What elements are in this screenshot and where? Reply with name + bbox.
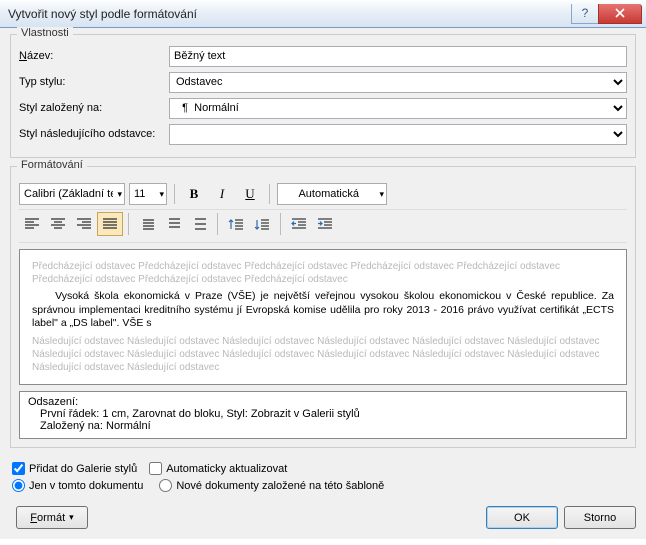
titlebar: Vytvořit nový styl podle formátování ?	[0, 0, 646, 28]
cancel-button[interactable]: Storno	[564, 506, 636, 529]
bold-button[interactable]: B	[182, 183, 206, 205]
this-document-radio[interactable]: Jen v tomto dokumentu	[12, 479, 143, 492]
basedon-select[interactable]: ¶ Normální	[169, 98, 627, 119]
name-label: Název:	[19, 50, 169, 62]
align-left-button[interactable]	[19, 212, 45, 236]
type-label: Typ stylu:	[19, 76, 169, 88]
preview-ghost-after: Následující odstavec Následující odstave…	[32, 335, 614, 374]
underline-button[interactable]: U	[238, 183, 262, 205]
desc-line2: První řádek: 1 cm, Zarovnat do bloku, St…	[40, 408, 618, 420]
options-area: Přidat do Galerie stylů Automaticky aktu…	[10, 456, 636, 498]
font-combo[interactable]: Calibri (Základní te▾	[19, 183, 125, 205]
basedon-label: Styl založený na:	[19, 102, 169, 114]
add-gallery-checkbox[interactable]: Přidat do Galerie stylů	[12, 462, 137, 475]
preview-box: Předcházející odstavec Předcházející ods…	[19, 249, 627, 385]
spacing-1-5-button[interactable]	[160, 212, 186, 236]
indent-inc-button[interactable]	[312, 212, 338, 236]
font-toolbar: Calibri (Základní te▾ 11▾ B I U Automati…	[19, 177, 627, 209]
type-select[interactable]: Odstavec	[169, 72, 627, 93]
auto-update-checkbox[interactable]: Automaticky aktualizovat	[149, 462, 287, 475]
italic-button[interactable]: I	[210, 183, 234, 205]
preview-real-text: Vysoká škola ekonomická v Praze (VŠE) je…	[32, 290, 614, 331]
dialog-body: Vlastnosti Název: Typ stylu: Odstavec St…	[0, 28, 646, 539]
color-combo[interactable]: Automatická▾	[277, 183, 387, 205]
space-before-dec-button[interactable]	[249, 212, 275, 236]
description-box: Odsazení: První řádek: 1 cm, Zarovnat do…	[19, 391, 627, 439]
following-select[interactable]	[169, 124, 627, 145]
indent-dec-button[interactable]	[286, 212, 312, 236]
formatting-legend: Formátování	[17, 159, 87, 171]
window-controls: ?	[572, 4, 642, 24]
ok-button[interactable]: OK	[486, 506, 558, 529]
chevron-down-icon: ▾	[379, 189, 384, 200]
chevron-down-icon: ▾	[159, 189, 164, 200]
template-docs-radio[interactable]: Nové dokumenty založené na této šabloně	[159, 479, 384, 492]
help-button[interactable]: ?	[571, 4, 599, 24]
align-right-button[interactable]	[71, 212, 97, 236]
spacing-1-button[interactable]	[134, 212, 160, 236]
spacing-2-button[interactable]	[186, 212, 212, 236]
desc-line1: Odsazení:	[28, 396, 618, 408]
align-justify-button[interactable]	[97, 212, 123, 236]
properties-legend: Vlastnosti	[17, 27, 73, 39]
chevron-down-icon: ▾	[117, 189, 122, 200]
size-combo[interactable]: 11▾	[129, 183, 167, 205]
chevron-down-icon: ▾	[69, 512, 74, 523]
format-button[interactable]: Formát▾	[16, 506, 88, 529]
formatting-group: Formátování Calibri (Základní te▾ 11▾ B …	[10, 166, 636, 448]
footer: Formát▾ OK Storno	[10, 506, 636, 529]
window-title: Vytvořit nový styl podle formátování	[8, 7, 572, 21]
preview-ghost-before: Předcházející odstavec Předcházející ods…	[32, 260, 614, 286]
space-before-inc-button[interactable]	[223, 212, 249, 236]
desc-line3: Založený na: Normální	[40, 420, 618, 432]
properties-group: Vlastnosti Název: Typ stylu: Odstavec St…	[10, 34, 636, 158]
following-label: Styl následujícího odstavce:	[19, 128, 169, 140]
name-input[interactable]	[169, 46, 627, 67]
align-center-button[interactable]	[45, 212, 71, 236]
paragraph-toolbar	[19, 209, 627, 243]
close-button[interactable]	[598, 4, 642, 24]
